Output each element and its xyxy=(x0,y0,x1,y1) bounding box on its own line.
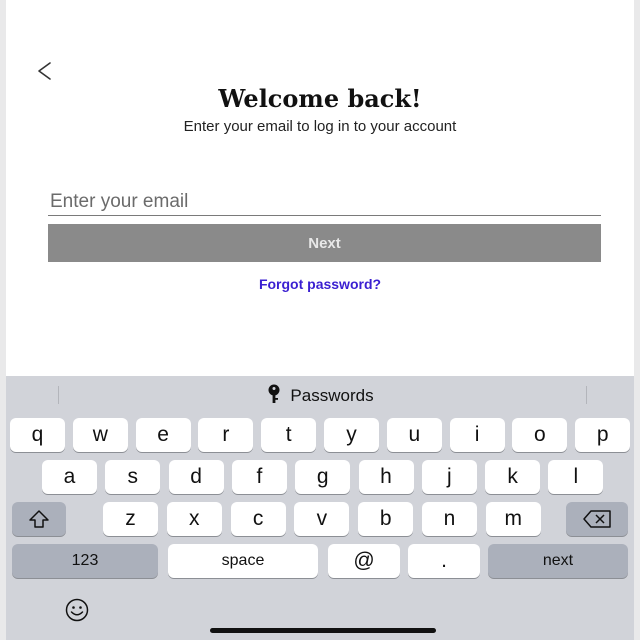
key-g[interactable]: g xyxy=(295,460,351,494)
key-y[interactable]: y xyxy=(324,418,379,452)
page-subtitle: Enter your email to log in to your accou… xyxy=(183,118,457,135)
chevron-left-icon xyxy=(38,62,51,80)
shift-icon xyxy=(29,510,49,528)
key-c[interactable]: c xyxy=(230,502,286,536)
passwords-label: Passwords xyxy=(290,386,374,405)
key-p[interactable]: p xyxy=(575,418,631,452)
next-key[interactable]: next xyxy=(488,544,628,578)
key-w[interactable]: w xyxy=(72,418,128,452)
key-d[interactable]: d xyxy=(168,460,224,494)
login-screen: Welcome back! Enter your email to log in… xyxy=(0,0,640,640)
key-z[interactable]: z xyxy=(103,502,158,536)
key-r[interactable]: r xyxy=(198,418,254,452)
at-key[interactable]: @ xyxy=(328,544,400,578)
key-k[interactable]: k xyxy=(485,460,541,494)
onscreen-keyboard: Passwords qwertyuiop asdfghjkl zxcvbnm 123… xyxy=(6,376,634,640)
delete-key[interactable] xyxy=(566,502,628,536)
key-h[interactable]: h xyxy=(358,460,414,494)
key-s[interactable]: s xyxy=(105,460,161,494)
key-e[interactable]: e xyxy=(135,418,191,452)
key-f[interactable]: f xyxy=(231,460,287,494)
space-key[interactable]: space xyxy=(168,544,318,578)
key-q[interactable]: q xyxy=(10,418,65,452)
next-button[interactable]: Next xyxy=(48,224,601,262)
dot-key[interactable]: . xyxy=(408,544,480,578)
key-icon xyxy=(266,384,282,409)
email-field[interactable] xyxy=(48,188,601,216)
key-t[interactable]: t xyxy=(261,418,317,452)
numbers-key[interactable]: 123 xyxy=(12,544,158,578)
key-m[interactable]: m xyxy=(485,502,541,536)
key-x[interactable]: x xyxy=(166,502,222,536)
emoji-button[interactable] xyxy=(54,594,100,626)
key-n[interactable]: n xyxy=(422,502,477,536)
key-v[interactable]: v xyxy=(294,502,350,536)
backspace-icon xyxy=(583,510,611,528)
key-u[interactable]: u xyxy=(386,418,442,452)
key-o[interactable]: o xyxy=(512,418,568,452)
forgot-password-link[interactable]: Forgot password? xyxy=(0,276,640,292)
key-a[interactable]: a xyxy=(42,460,97,494)
key-b[interactable]: b xyxy=(358,502,414,536)
home-indicator xyxy=(210,628,436,633)
key-i[interactable]: i xyxy=(449,418,505,452)
passwords-bar[interactable]: Passwords xyxy=(6,376,634,414)
key-j[interactable]: j xyxy=(421,460,477,494)
shift-key[interactable] xyxy=(12,502,66,536)
key-l[interactable]: l xyxy=(548,460,604,494)
emoji-icon xyxy=(65,598,89,622)
back-button[interactable] xyxy=(30,56,60,86)
page-title: Welcome back! xyxy=(218,84,422,113)
